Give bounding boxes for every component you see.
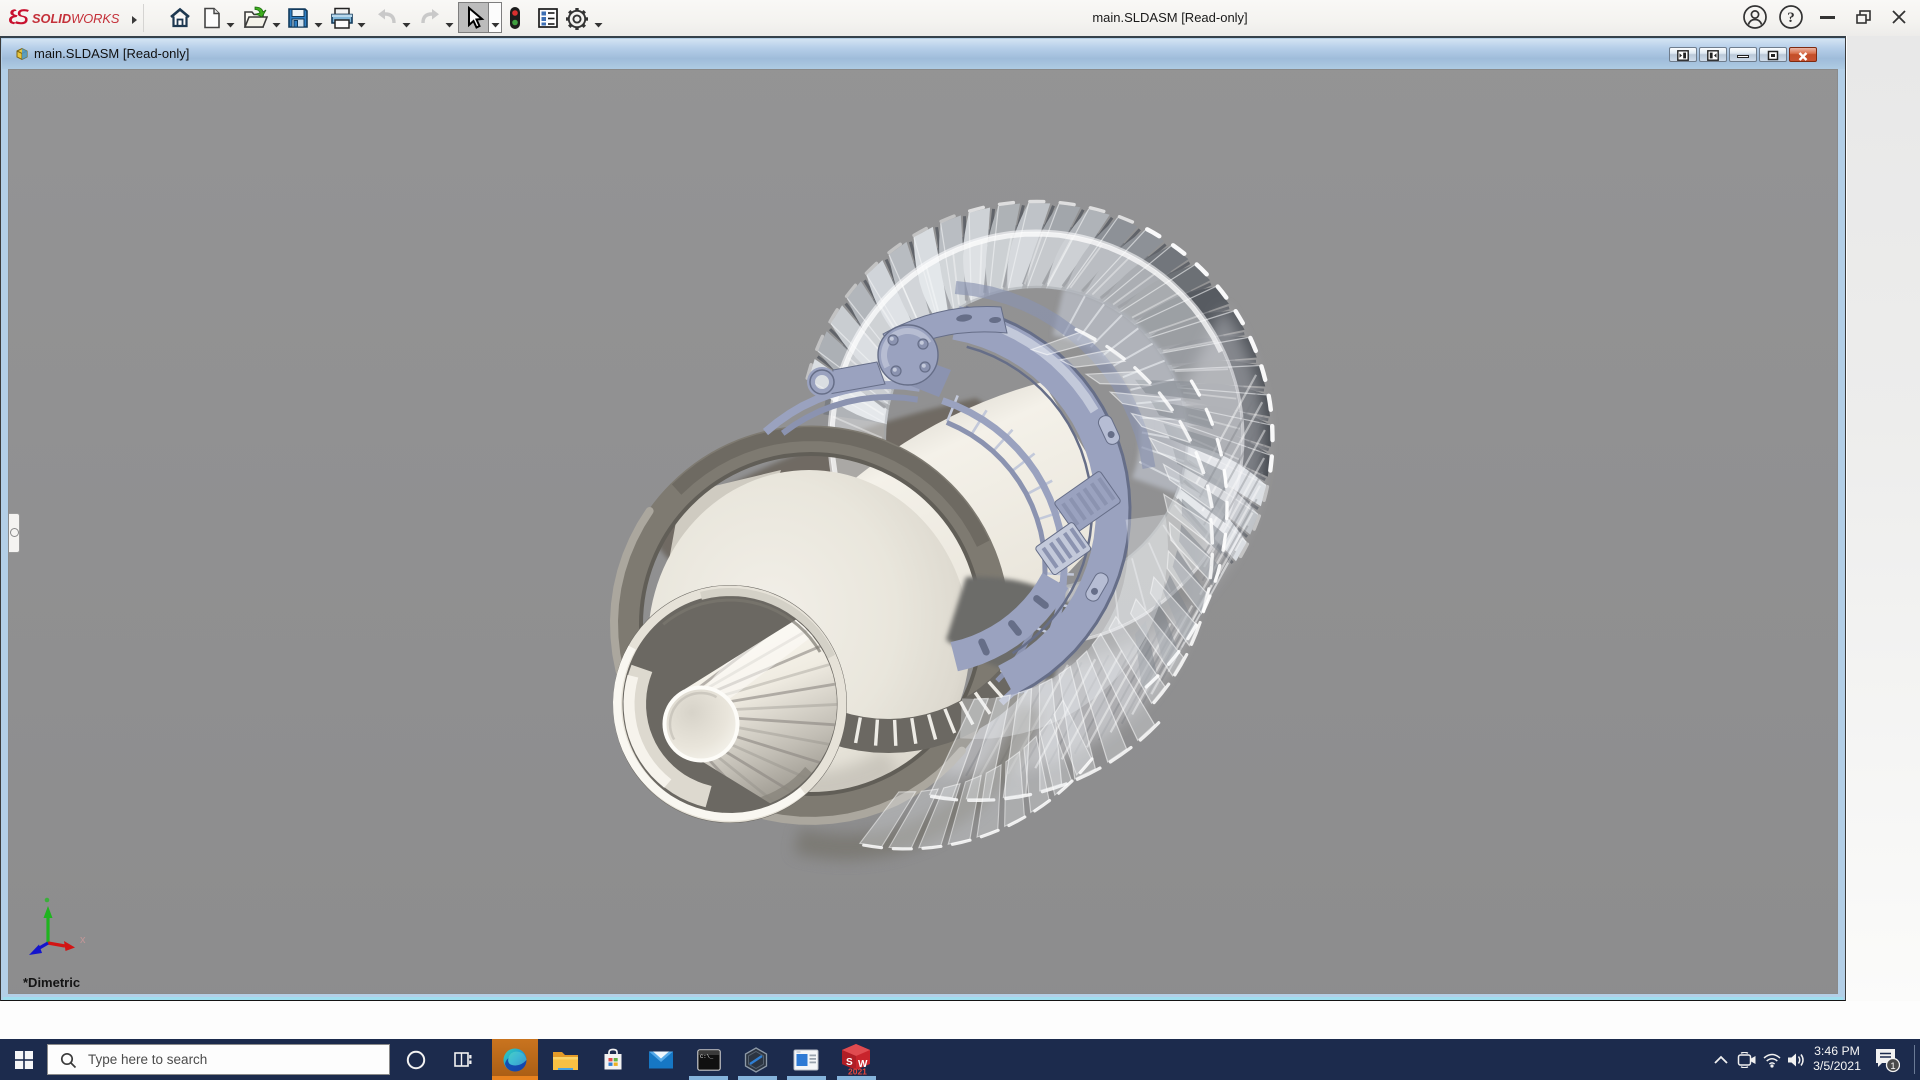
svg-text:x: x xyxy=(80,934,86,946)
svg-text:?: ? xyxy=(1787,10,1795,26)
svg-text:1: 1 xyxy=(1890,1061,1895,1072)
svg-text:2021: 2021 xyxy=(848,1067,867,1077)
svg-text:C:\_: C:\_ xyxy=(700,1053,714,1060)
svg-text:SOLIDWORKS: SOLIDWORKS xyxy=(32,11,120,26)
